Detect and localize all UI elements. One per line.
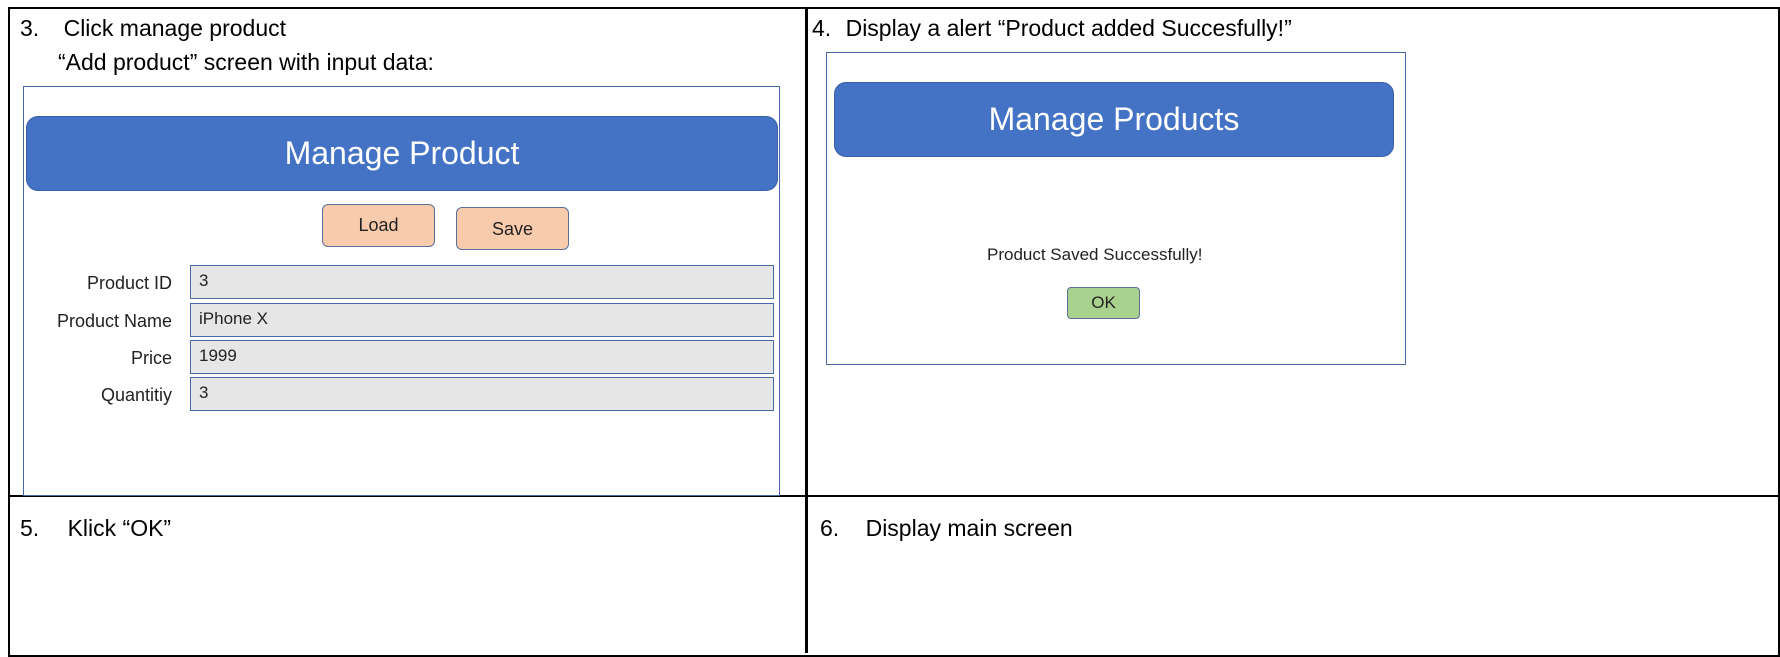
step-3-subtitle: “Add product” screen with input data: [58, 49, 434, 75]
step-6: 6. Display main screen [820, 514, 1073, 542]
product-id-field[interactable]: 3 [190, 265, 774, 299]
product-name-field[interactable]: iPhone X [190, 303, 774, 337]
step-5: 5. Klick “OK” [20, 514, 171, 542]
ok-button[interactable]: OK [1067, 287, 1140, 319]
price-field[interactable]: 1999 [190, 340, 774, 374]
step-number: 6. [820, 515, 840, 541]
step-3: 3. Click manage product [20, 14, 286, 42]
quantity-field[interactable]: 3 [190, 377, 774, 411]
step-number: 3. [20, 15, 40, 41]
alert-message: Product Saved Successfully! [987, 245, 1203, 264]
page-title: Manage Product [26, 116, 778, 191]
step-label: Display main screen [865, 515, 1073, 541]
column-divider [805, 7, 808, 653]
product-id-label: Product ID [86, 273, 172, 293]
step-label: Display a alert “Product added Succesful… [845, 15, 1292, 41]
save-button[interactable]: Save [456, 207, 569, 250]
step-label: Klick “OK” [67, 515, 172, 541]
load-button[interactable]: Load [322, 204, 435, 247]
quantity-label: Quantitiy [100, 385, 172, 405]
step-number: 4. [812, 15, 832, 41]
step-label: Click manage product [63, 15, 287, 41]
step-4: 4. Display a alert “Product added Succes… [812, 14, 1292, 42]
alert-page-title: Manage Products [834, 82, 1394, 157]
product-name-label: Product Name [56, 311, 172, 331]
step-number: 5. [20, 515, 40, 541]
price-label: Price [130, 348, 172, 368]
